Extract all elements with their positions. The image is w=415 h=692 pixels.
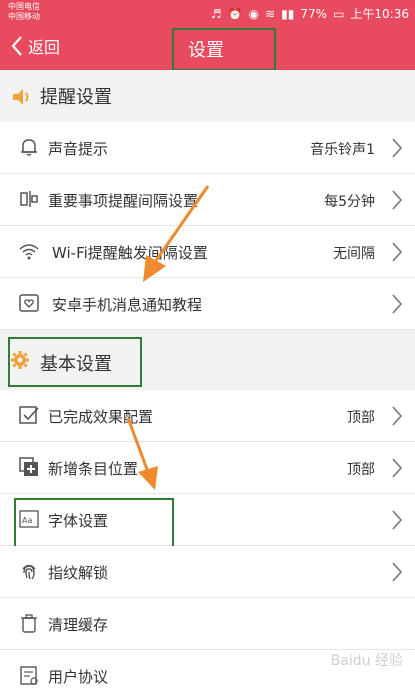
arrow-to-font-settings (126, 417, 158, 490)
watermark: Baidu 经验 (330, 653, 403, 669)
arrow-to-tutorial (143, 185, 210, 282)
tutorial-arrows (126, 185, 210, 490)
